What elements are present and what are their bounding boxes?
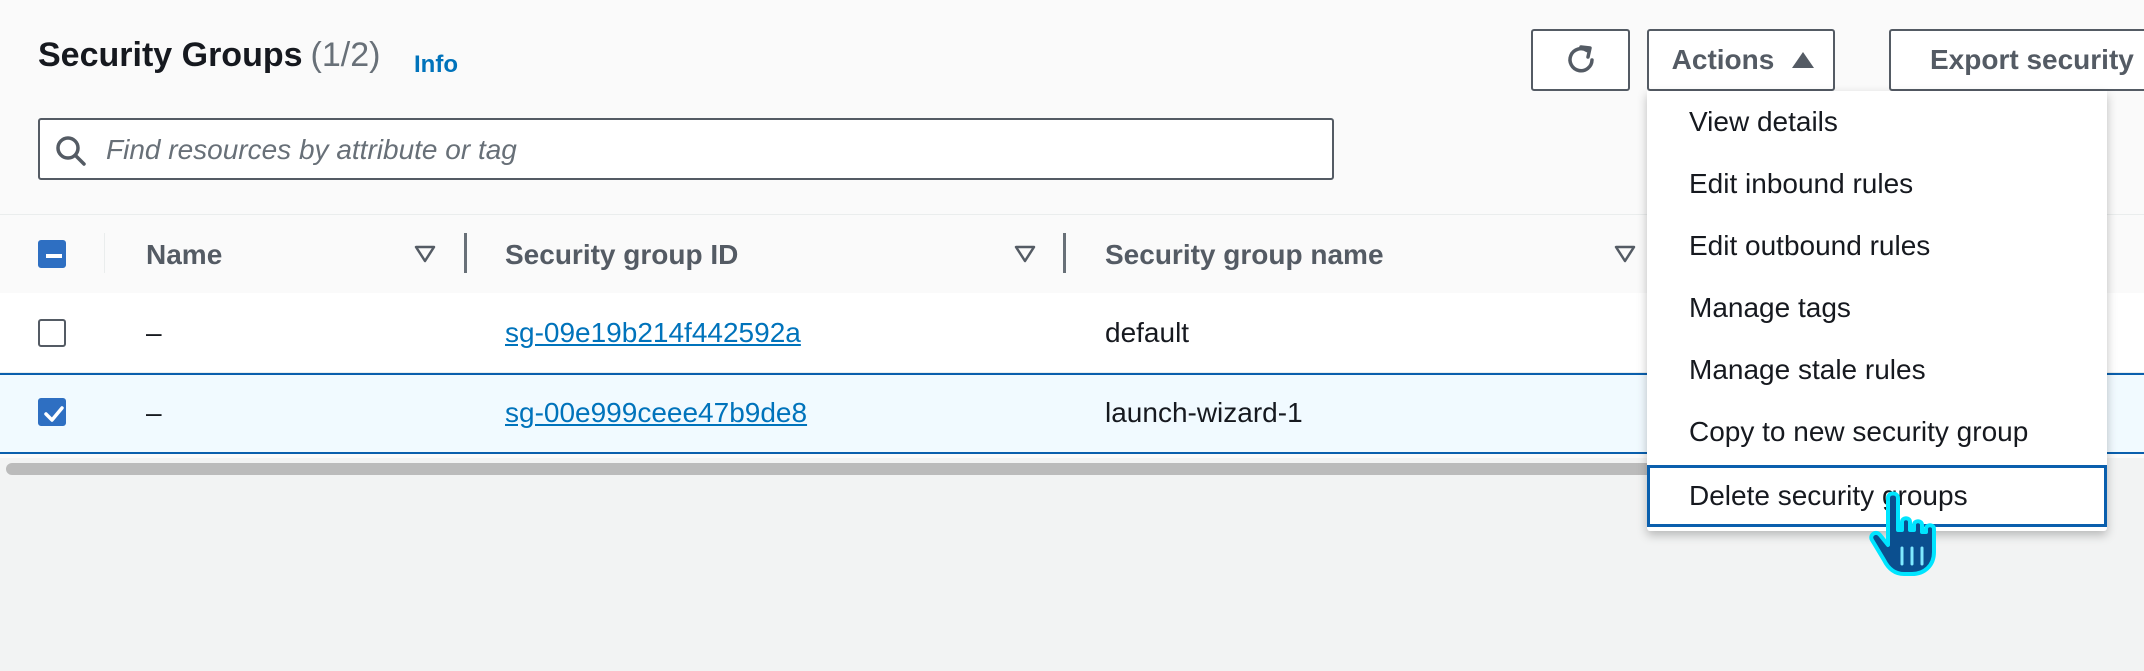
search-icon: [56, 136, 86, 166]
page-title: Security Groups (1/2): [38, 36, 380, 75]
page-title-text: Security Groups: [38, 36, 303, 74]
menu-item-view-details[interactable]: View details: [1647, 91, 2107, 153]
scrollbar-thumb[interactable]: [6, 463, 1806, 475]
column-divider: [104, 233, 105, 273]
select-all-checkbox[interactable]: [38, 240, 66, 268]
column-header-name[interactable]: Name: [146, 239, 222, 271]
sort-down-icon[interactable]: [414, 245, 436, 263]
sort-down-icon[interactable]: [1014, 245, 1036, 263]
search-box[interactable]: [38, 118, 1334, 180]
menu-item-edit-inbound-rules[interactable]: Edit inbound rules: [1647, 153, 2107, 215]
cell-group-id-link[interactable]: sg-00e999ceee47b9de8: [505, 397, 807, 429]
actions-button[interactable]: Actions: [1647, 29, 1835, 91]
cell-group-id-link[interactable]: sg-09e19b214f442592a: [505, 317, 801, 349]
menu-item-edit-outbound-rules[interactable]: Edit outbound rules: [1647, 215, 2107, 277]
refresh-icon: [1567, 45, 1594, 73]
cell-name: –: [146, 397, 162, 428]
cell-group-name: launch-wizard-1: [1105, 397, 1303, 428]
menu-item-manage-stale-rules[interactable]: Manage stale rules: [1647, 339, 2107, 401]
refresh-button[interactable]: [1531, 29, 1630, 91]
cell-group-name: default: [1105, 317, 1190, 348]
row-checkbox[interactable]: [38, 319, 66, 347]
export-label: Export security: [1930, 44, 2134, 75]
search-input[interactable]: [104, 128, 1308, 172]
indeterminate-icon: [46, 254, 62, 258]
column-resize-handle[interactable]: [464, 233, 467, 273]
menu-item-manage-tags[interactable]: Manage tags: [1647, 277, 2107, 339]
column-header-group-name[interactable]: Security group name: [1105, 239, 1384, 271]
sort-down-icon[interactable]: [1614, 245, 1636, 263]
menu-item-copy-to-new-group[interactable]: Copy to new security group: [1647, 401, 2107, 463]
info-link[interactable]: Info: [414, 51, 458, 79]
export-button[interactable]: Export security: [1889, 29, 2144, 91]
hand-pointer-cursor-icon: [1869, 491, 1936, 576]
column-resize-handle[interactable]: [1063, 233, 1066, 273]
actions-label: Actions: [1671, 44, 1775, 75]
column-header-group-id[interactable]: Security group ID: [505, 239, 738, 271]
selection-count: (1/2): [310, 36, 381, 74]
checkmark-icon: [44, 406, 64, 422]
cell-name: –: [146, 317, 162, 348]
row-checkbox[interactable]: [38, 398, 66, 426]
caret-up-icon: [1792, 52, 1815, 68]
actions-dropdown-menu: View details Edit inbound rules Edit out…: [1647, 91, 2107, 531]
